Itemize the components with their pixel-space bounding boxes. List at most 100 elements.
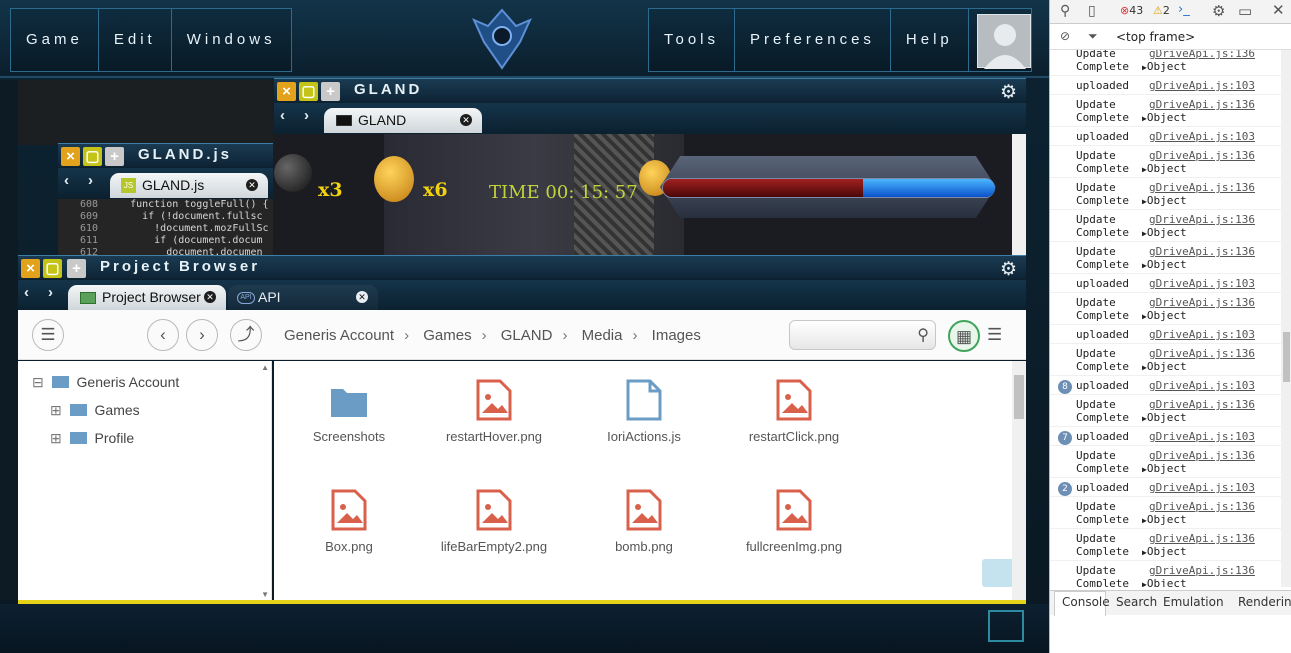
expand-icon[interactable]: ⊞ xyxy=(50,430,62,446)
fullscreen-icon[interactable] xyxy=(988,610,1024,642)
forward-icon[interactable]: › xyxy=(186,319,218,351)
maximize-icon[interactable]: + xyxy=(67,259,86,278)
file-item[interactable]: restartHover.png xyxy=(419,379,569,444)
close-tab-icon[interactable]: ✕ xyxy=(356,291,368,303)
tab-console[interactable]: Console xyxy=(1062,595,1110,609)
object-expander[interactable]: ▶Object xyxy=(1142,360,1187,373)
breadcrumb-item[interactable]: Generis Account xyxy=(284,327,394,344)
file-item[interactable]: Box.png xyxy=(274,489,424,554)
frame-selector[interactable]: <top frame> xyxy=(1116,30,1195,44)
object-expander[interactable]: ▶Object xyxy=(1142,162,1187,175)
object-expander[interactable]: ▶Object xyxy=(1142,513,1187,526)
preview-icon[interactable] xyxy=(982,559,1016,587)
object-expander[interactable]: ▶Object xyxy=(1142,411,1187,424)
search-input[interactable]: ⚲ xyxy=(789,320,936,350)
source-link[interactable]: gDriveApi.js:136 xyxy=(1149,398,1255,411)
scroll-down-icon[interactable]: ▼ xyxy=(261,590,269,599)
maximize-icon[interactable]: + xyxy=(105,147,124,166)
source-link[interactable]: gDriveApi.js:103 xyxy=(1149,481,1255,494)
source-link[interactable]: gDriveApi.js:136 xyxy=(1149,245,1255,258)
collapse-icon[interactable]: ⊟ xyxy=(32,374,44,390)
file-item[interactable]: bomb.png xyxy=(569,489,719,554)
search-icon[interactable]: ⚲ xyxy=(1060,3,1070,19)
grid-view-icon[interactable]: ▦ xyxy=(948,320,980,352)
file-item[interactable]: fullcreenImg.png xyxy=(719,489,869,554)
expand-icon[interactable]: ⊞ xyxy=(50,402,62,418)
file-item[interactable]: IoriActions.js xyxy=(569,379,719,444)
object-expander[interactable]: ▶Object xyxy=(1142,194,1187,207)
source-link[interactable]: gDriveApi.js:103 xyxy=(1149,79,1255,92)
tab-rendering[interactable]: Rendering xyxy=(1238,595,1291,609)
tree-item-profile[interactable]: ⊞ Profile xyxy=(50,430,134,447)
back-icon[interactable]: ‹ xyxy=(147,319,179,351)
object-expander[interactable]: ▶Object xyxy=(1142,226,1187,239)
source-link[interactable]: gDriveApi.js:136 xyxy=(1149,98,1255,111)
chevron-right-icon[interactable]: › xyxy=(88,172,93,189)
object-expander[interactable]: ▶Object xyxy=(1142,309,1187,322)
file-item[interactable]: restartClick.png xyxy=(719,379,869,444)
menu-game[interactable]: Game xyxy=(11,9,99,71)
tab-search[interactable]: Search xyxy=(1116,595,1157,609)
warning-count[interactable]: ⚠2 xyxy=(1153,4,1170,17)
search-icon[interactable]: ⚲ xyxy=(917,325,929,345)
source-link[interactable]: gDriveApi.js:103 xyxy=(1149,430,1255,443)
tree-item-generis-account[interactable]: ⊟ Generis Account xyxy=(32,374,179,391)
gear-icon[interactable]: ⚙ xyxy=(1000,258,1017,281)
close-icon[interactable]: × xyxy=(277,82,296,101)
scroll-thumb[interactable] xyxy=(1283,332,1290,382)
source-link[interactable]: gDriveApi.js:136 xyxy=(1149,449,1255,462)
close-tab-icon[interactable]: ✕ xyxy=(460,114,472,126)
object-expander[interactable]: ▶Object xyxy=(1142,462,1187,475)
source-link[interactable]: gDriveApi.js:103 xyxy=(1149,379,1255,392)
chevron-left-icon[interactable]: ‹ xyxy=(280,107,285,124)
chevron-left-icon[interactable]: ‹ xyxy=(64,172,69,189)
minimize-icon[interactable]: ▢ xyxy=(83,147,102,166)
code-editor[interactable]: 608 function toggleFull() { 609 if (!doc… xyxy=(58,199,273,255)
source-link[interactable]: gDriveApi.js:103 xyxy=(1149,277,1255,290)
user-avatar[interactable] xyxy=(977,14,1031,69)
tab-api[interactable]: API API ✕ xyxy=(228,285,378,310)
tab-gland[interactable]: GLAND ✕ xyxy=(324,108,482,133)
source-link[interactable]: gDriveApi.js:136 xyxy=(1149,564,1255,577)
source-link[interactable]: gDriveApi.js:136 xyxy=(1149,296,1255,309)
console-prompt-icon[interactable]: ›_ xyxy=(1178,2,1190,17)
menu-tools[interactable]: Tools xyxy=(649,9,736,71)
minimize-icon[interactable]: ▢ xyxy=(43,259,62,278)
source-link[interactable]: gDriveApi.js:136 xyxy=(1149,500,1255,513)
file-item[interactable]: lifeBarEmpty2.png xyxy=(419,489,569,554)
up-folder-icon[interactable]: ⤴ xyxy=(230,319,262,351)
error-count[interactable]: ⊗43 xyxy=(1120,4,1143,17)
file-scrollbar[interactable] xyxy=(1012,361,1026,601)
source-link[interactable]: gDriveApi.js:136 xyxy=(1149,181,1255,194)
tree-item-games[interactable]: ⊞ Games xyxy=(50,402,140,419)
source-link[interactable]: gDriveApi.js:136 xyxy=(1149,532,1255,545)
scroll-up-icon[interactable]: ▲ xyxy=(261,363,269,372)
close-tab-icon[interactable]: ✕ xyxy=(204,291,216,303)
device-icon[interactable]: ▯ xyxy=(1088,3,1096,19)
chevron-left-icon[interactable]: ‹ xyxy=(24,284,29,301)
source-link[interactable]: gDriveApi.js:136 xyxy=(1149,50,1255,60)
close-icon[interactable]: × xyxy=(21,259,40,278)
source-link[interactable]: gDriveApi.js:136 xyxy=(1149,213,1255,226)
menu-help[interactable]: Help xyxy=(891,9,969,71)
breadcrumb-item[interactable]: Media xyxy=(582,327,623,344)
close-icon[interactable]: ✕ xyxy=(1272,1,1285,19)
tab-emulation[interactable]: Emulation xyxy=(1163,595,1224,609)
gear-icon[interactable]: ⚙ xyxy=(1212,2,1225,20)
object-expander[interactable]: ▶Object xyxy=(1142,60,1187,73)
tab-gland-js[interactable]: JS GLAND.js ✕ xyxy=(110,173,268,198)
console-scrollbar[interactable] xyxy=(1281,50,1291,587)
breadcrumb-item[interactable]: Games xyxy=(423,327,471,344)
close-icon[interactable]: × xyxy=(61,147,80,166)
menu-icon[interactable]: ☰ xyxy=(32,319,64,351)
object-expander[interactable]: ▶Object xyxy=(1142,258,1187,271)
game-viewport[interactable]: x3 x6 TIME 00: 15: 57 xyxy=(274,134,1012,255)
list-view-icon[interactable]: ☰ xyxy=(987,325,1002,345)
gear-icon[interactable]: ⚙ xyxy=(1000,81,1017,104)
maximize-icon[interactable]: + xyxy=(321,82,340,101)
source-link[interactable]: gDriveApi.js:103 xyxy=(1149,328,1255,341)
menu-windows[interactable]: Windows xyxy=(172,9,291,71)
source-link[interactable]: gDriveApi.js:136 xyxy=(1149,149,1255,162)
object-expander[interactable]: ▶Object xyxy=(1142,577,1187,587)
minimize-icon[interactable]: ▢ xyxy=(299,82,318,101)
